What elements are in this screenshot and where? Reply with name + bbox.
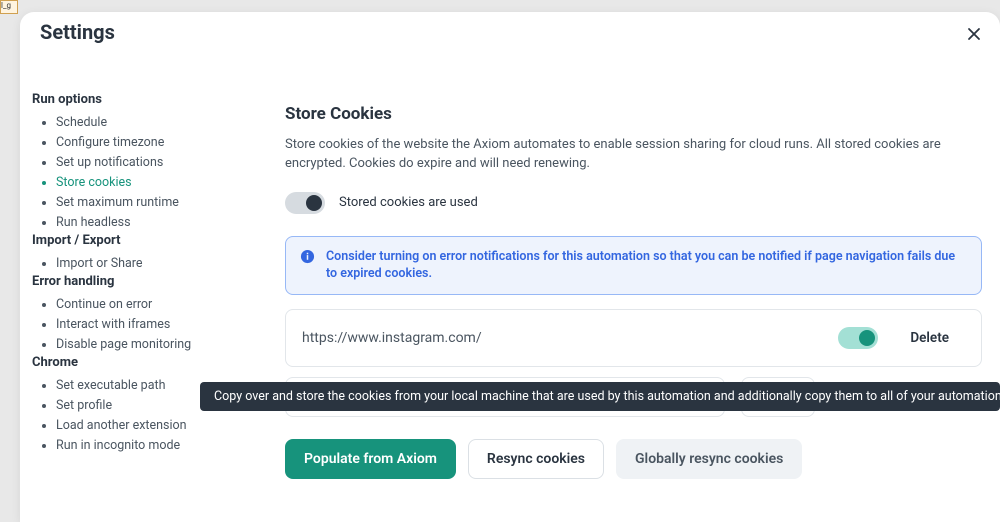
info-text: Consider turning on error notifications … [326, 249, 967, 283]
background-tab: l_g [0, 0, 18, 14]
sidebar-item[interactable]: Set up notifications [56, 153, 252, 173]
sidebar-item[interactable]: Disable page monitoring [56, 335, 252, 355]
cookie-row: https://www.instagram.com/ Delete [285, 309, 982, 367]
sidebar-item[interactable]: Interact with iframes [56, 315, 252, 335]
cookie-enable-toggle[interactable] [838, 327, 878, 349]
sidebar-heading: Run options [32, 92, 252, 107]
sidebar-item[interactable]: Continue on error [56, 295, 252, 315]
sidebar-item[interactable]: Configure timezone [56, 133, 252, 153]
sidebar-heading: Error handling [32, 274, 252, 289]
resync-button[interactable]: Resync cookies [468, 439, 604, 479]
sidebar-heading: Import / Export [32, 233, 252, 248]
sidebar-heading: Chrome [32, 355, 252, 370]
sidebar-item[interactable]: Load another extension [56, 416, 252, 436]
close-icon[interactable] [966, 26, 986, 46]
sidebar-item[interactable]: Run in incognito mode [56, 436, 252, 456]
sidebar-item[interactable]: Set maximum runtime [56, 193, 252, 213]
toggle-label: Stored cookies are used [339, 195, 478, 210]
sidebar-item[interactable]: Schedule [56, 113, 252, 133]
info-icon [300, 249, 316, 283]
main-panel: Store Cookies Store cookies of the websi… [285, 104, 982, 479]
section-heading: Store Cookies [285, 104, 982, 124]
delete-button[interactable]: Delete [894, 324, 965, 352]
populate-button[interactable]: Populate from Axiom [285, 439, 456, 479]
sidebar-item[interactable]: Import or Share [56, 254, 252, 274]
info-banner: Consider turning on error notifications … [285, 236, 982, 296]
cookie-url: https://www.instagram.com/ [302, 330, 822, 346]
tooltip: Copy over and store the cookies from you… [200, 382, 1000, 411]
sidebar-item[interactable]: Store cookies [56, 173, 252, 193]
page-title: Settings [40, 20, 115, 44]
stored-cookies-toggle[interactable] [285, 192, 325, 214]
global-resync-button[interactable]: Globally resync cookies [616, 439, 802, 479]
sidebar-item[interactable]: Run headless [56, 213, 252, 233]
section-description: Store cookies of the website the Axiom a… [285, 136, 945, 174]
settings-modal: Settings Run options ScheduleConfigure ti… [20, 12, 1000, 522]
